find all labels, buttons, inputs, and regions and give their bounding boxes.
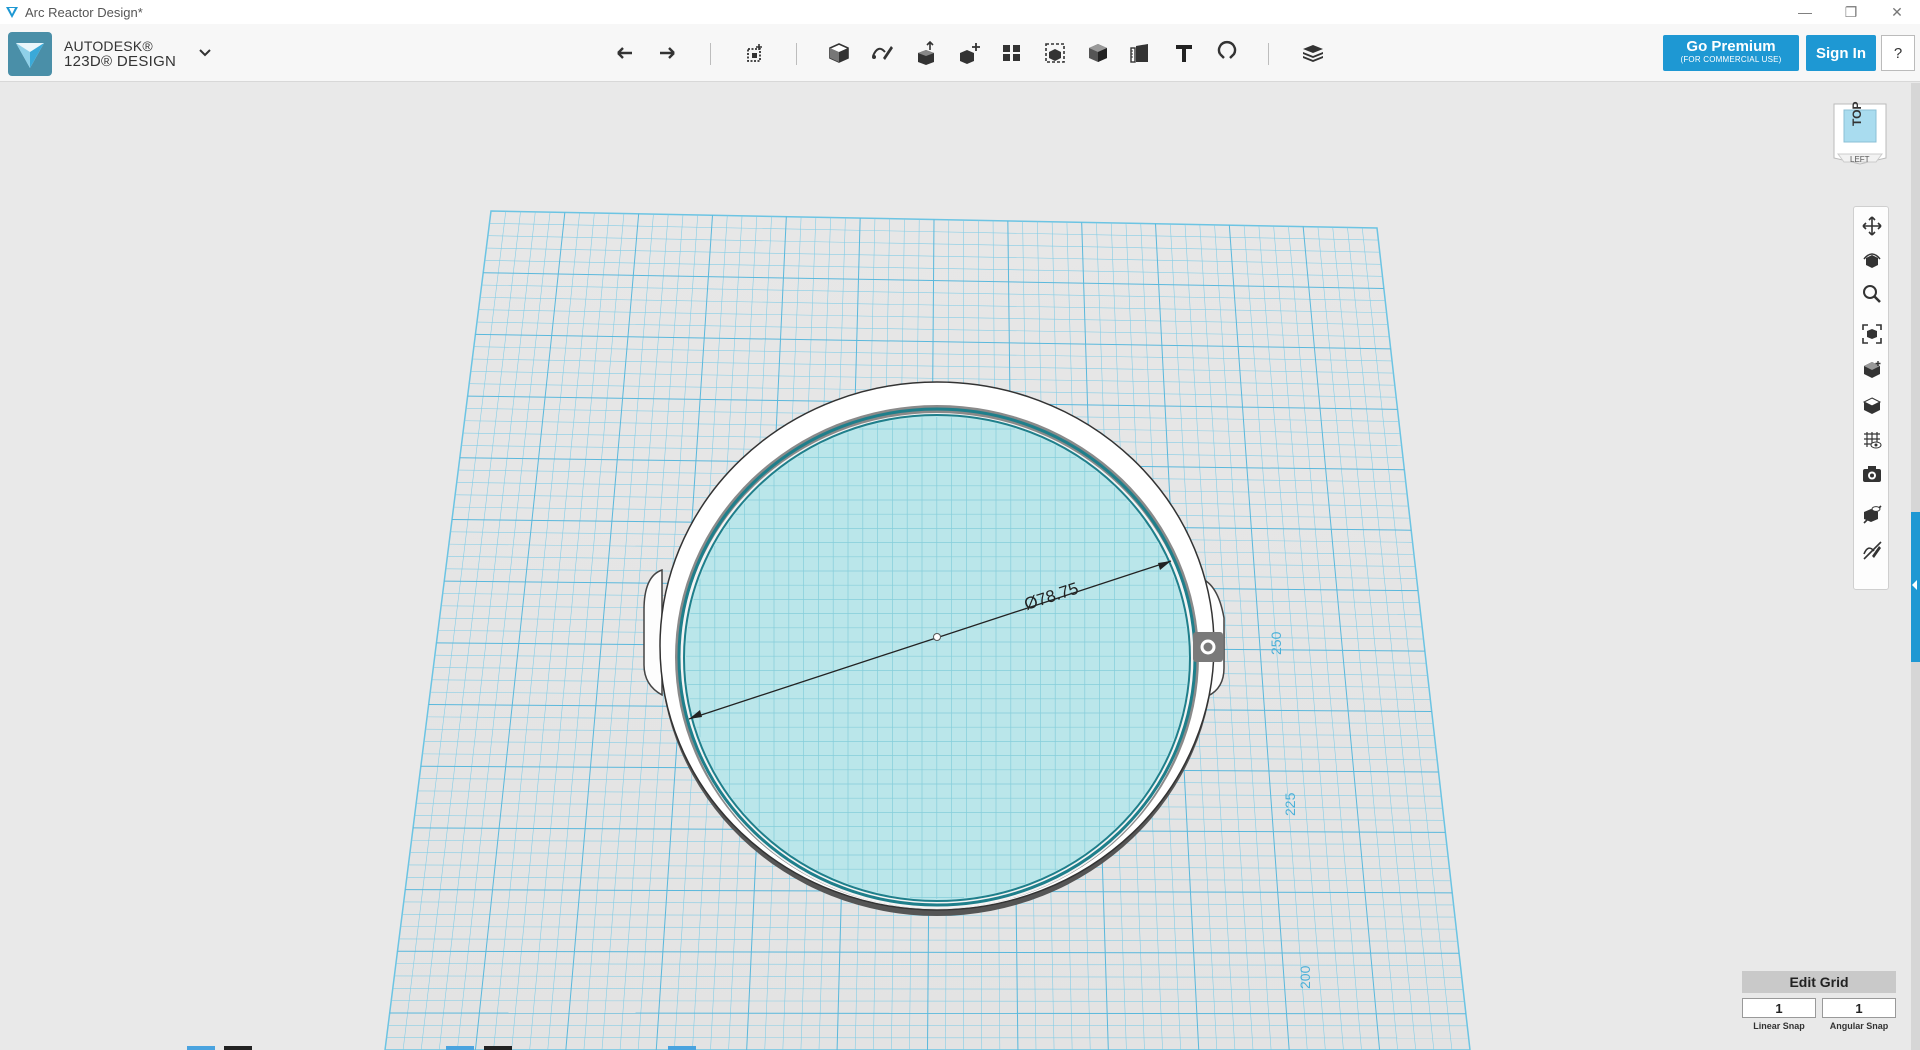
view-material-button[interactable]	[1859, 393, 1885, 419]
undo-button[interactable]	[607, 34, 643, 72]
app-logo-icon	[6, 7, 18, 18]
restore-button[interactable]: ❐	[1828, 0, 1874, 24]
primitives-icon	[829, 43, 849, 63]
navigation-bar	[1853, 206, 1889, 590]
camera-icon	[1863, 466, 1881, 482]
view-shaded-button[interactable]	[1859, 357, 1885, 383]
scene[interactable]: Ø78.75 250 225 200	[0, 83, 1920, 1050]
bottom-swatch	[224, 1046, 252, 1050]
orbit-icon	[1863, 253, 1881, 268]
text-icon	[1176, 45, 1192, 62]
angular-snap-label: Angular Snap	[1829, 1021, 1889, 1031]
view-cube-side-face[interactable]: LEFT	[1850, 155, 1870, 164]
view-cube[interactable]: TOP LEFT	[1832, 100, 1888, 166]
app-logo-icon	[8, 32, 52, 76]
linear-snap-label: Linear Snap	[1753, 1021, 1805, 1031]
measure-button[interactable]	[1123, 34, 1159, 72]
construct-icon	[918, 40, 934, 65]
grid-visibility-button[interactable]	[1859, 427, 1885, 453]
combine-icon	[1089, 44, 1107, 62]
hide-materials-button[interactable]	[1859, 501, 1885, 527]
help-button[interactable]: ?	[1881, 35, 1915, 71]
go-premium-button[interactable]: Go Premium (FOR COMMERCIAL USE)	[1663, 35, 1799, 71]
sketch-icon	[872, 46, 893, 60]
grouping-icon	[1045, 43, 1065, 63]
pan-icon	[1862, 216, 1882, 236]
bottom-swatch	[484, 1046, 512, 1050]
modify-button[interactable]	[951, 34, 987, 72]
brand-line-2: 123D® DESIGN	[64, 53, 177, 70]
edit-grid-panel: Edit Grid Linear Snap Angular Snap	[1742, 971, 1896, 1037]
separator	[710, 43, 711, 65]
3d-viewport[interactable]: Ø78.75 250 225 200	[0, 83, 1920, 1050]
snap-icon	[1217, 41, 1237, 59]
title-bar: Arc Reactor Design* — ❐ ✕	[0, 0, 1920, 24]
main-toolbar: AUTODESK® 123D® DESIGN	[0, 24, 1920, 82]
pan-button[interactable]	[1859, 213, 1885, 239]
transform-button[interactable]	[737, 34, 773, 72]
undo-icon	[617, 47, 632, 59]
view-cube-top-face[interactable]: TOP	[1850, 96, 1864, 126]
premium-sublabel: (FOR COMMERCIAL USE)	[1680, 55, 1782, 64]
snap-button[interactable]	[1209, 34, 1245, 72]
view-material-icon	[1862, 397, 1882, 414]
fit-icon	[1862, 324, 1882, 344]
combine-button[interactable]	[1080, 34, 1116, 72]
minimize-button[interactable]: —	[1782, 0, 1828, 24]
bottom-swatch	[668, 1046, 696, 1050]
redo-icon	[660, 47, 675, 59]
angular-snap-input[interactable]	[1822, 998, 1896, 1018]
window-title: Arc Reactor Design*	[25, 4, 143, 20]
zoom-icon	[1863, 285, 1881, 303]
hide-materials-icon	[1863, 505, 1882, 524]
ruler-label-250: 250	[1268, 631, 1284, 655]
bottom-swatch	[187, 1046, 215, 1050]
text-button[interactable]	[1166, 34, 1202, 72]
material-button[interactable]	[1295, 34, 1331, 72]
pattern-icon	[1003, 45, 1020, 61]
brand: AUTODESK® 123D® DESIGN	[8, 32, 176, 76]
sign-in-button[interactable]: Sign In	[1806, 35, 1876, 71]
measure-icon	[1130, 44, 1148, 63]
construct-button[interactable]	[908, 34, 944, 72]
edit-grid-button[interactable]: Edit Grid	[1742, 971, 1896, 993]
close-button[interactable]: ✕	[1874, 0, 1920, 24]
redo-button[interactable]	[649, 34, 685, 72]
brand-line-1: AUTODESK®	[64, 38, 153, 54]
ruler-label-225: 225	[1282, 792, 1298, 816]
grouping-button[interactable]	[1037, 34, 1073, 72]
chevron-left-icon	[1912, 580, 1917, 590]
ruler-label-200: 200	[1297, 965, 1313, 989]
modify-icon	[960, 43, 980, 64]
sketch-button[interactable]	[864, 34, 900, 72]
orbit-button[interactable]	[1859, 247, 1885, 273]
separator	[796, 43, 797, 65]
material-icon	[1303, 45, 1323, 62]
pattern-button[interactable]	[994, 34, 1030, 72]
fit-button[interactable]	[1859, 321, 1885, 347]
premium-label: Go Premium	[1686, 38, 1776, 55]
view-shaded-icon	[1864, 361, 1881, 378]
settings-gear-button[interactable]	[1193, 632, 1223, 662]
transform-icon	[747, 44, 762, 62]
zoom-button[interactable]	[1859, 281, 1885, 307]
window-controls: — ❐ ✕	[1782, 0, 1920, 24]
grid-visibility-icon	[1864, 432, 1882, 449]
separator	[1268, 43, 1269, 65]
linear-snap-input[interactable]	[1742, 998, 1816, 1018]
hide-sketches-icon	[1863, 541, 1882, 560]
hide-sketches-button[interactable]	[1859, 537, 1885, 563]
camera-button[interactable]	[1859, 461, 1885, 487]
bottom-swatch	[446, 1046, 474, 1050]
primitives-button[interactable]	[821, 34, 857, 72]
app-menu-button[interactable]	[196, 44, 214, 62]
chevron-down-icon	[199, 49, 211, 57]
